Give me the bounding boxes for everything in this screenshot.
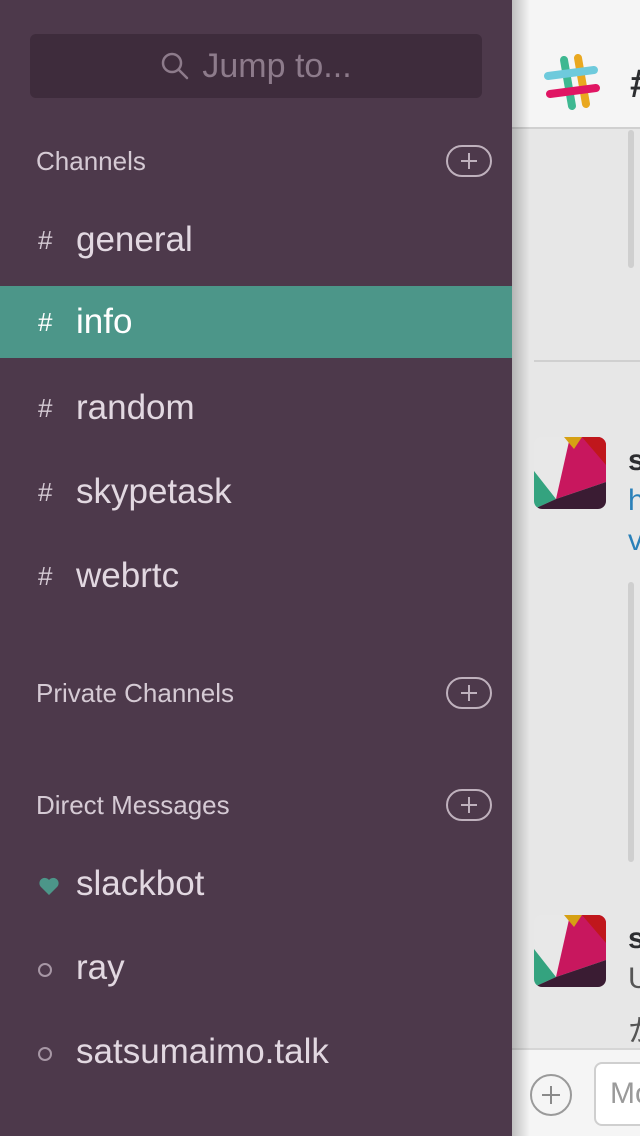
hash-icon: # [38, 306, 53, 337]
hash-icon: # [38, 392, 53, 423]
attach-button[interactable] [530, 1074, 572, 1116]
hash-icon: # [38, 560, 53, 591]
dm-name: ray [76, 948, 125, 987]
channel-header: # [512, 0, 640, 129]
slack-logo-icon [544, 54, 600, 110]
message-composer: Mo [512, 1048, 640, 1136]
direct-messages-section-header: Direct Messages [36, 785, 492, 825]
channel-item-general[interactable]: # general [0, 204, 512, 276]
hash-icon: # [38, 224, 53, 255]
main-panel[interactable]: # s h v s U か Mo [512, 0, 640, 1136]
message-author: s [628, 444, 640, 477]
message-divider [534, 360, 640, 362]
heart-icon [39, 877, 59, 895]
dm-name: satsumaimo.talk [76, 1032, 329, 1071]
channels-section-header: Channels [36, 141, 492, 181]
sidebar: Jump to... Channels # general # info # r… [0, 0, 512, 1136]
channel-item-random[interactable]: # random [0, 372, 512, 444]
channel-name: random [76, 388, 195, 427]
message-text: か [628, 1006, 640, 1050]
avatar[interactable] [534, 437, 606, 509]
plus-icon [461, 797, 477, 813]
hash-icon: # [38, 476, 53, 507]
channel-title: # [630, 62, 640, 107]
dm-item-satsumaimo-talk[interactable]: satsumaimo.talk [0, 1016, 512, 1088]
search-icon [162, 52, 189, 80]
channel-item-webrtc[interactable]: # webrtc [0, 540, 512, 612]
user-avatar-icon [534, 437, 606, 509]
channel-name: skypetask [76, 472, 232, 511]
channel-item-skypetask[interactable]: # skypetask [0, 456, 512, 528]
message-author: s [628, 922, 640, 955]
message-input-placeholder: Mo [610, 1077, 640, 1110]
channel-item-info[interactable]: # info [0, 286, 512, 358]
user-avatar-icon [534, 915, 606, 987]
plus-icon [461, 153, 477, 169]
add-private-channel-button[interactable] [446, 677, 492, 709]
message-text: U [628, 962, 640, 995]
message-input[interactable]: Mo [594, 1062, 640, 1126]
away-dot-icon [38, 963, 52, 977]
message-link[interactable]: v [628, 524, 640, 558]
search-placeholder: Jump to... [202, 46, 352, 85]
scrollbar[interactable] [628, 130, 634, 268]
add-channel-button[interactable] [446, 145, 492, 177]
plus-icon [461, 685, 477, 701]
attachment-scrollbar[interactable] [628, 582, 634, 862]
jump-to-search[interactable]: Jump to... [30, 34, 482, 98]
channel-name: webrtc [76, 556, 180, 595]
dm-item-ray[interactable]: ray [0, 932, 512, 1004]
channels-section-label: Channels [36, 145, 146, 176]
channel-name: info [76, 302, 133, 341]
avatar[interactable] [534, 915, 606, 987]
plus-icon [542, 1086, 560, 1104]
message-link[interactable]: h [628, 484, 640, 518]
channel-name: general [76, 220, 193, 259]
add-direct-message-button[interactable] [446, 789, 492, 821]
dm-name: slackbot [76, 864, 205, 903]
private-channels-section-label: Private Channels [36, 677, 234, 708]
direct-messages-section-label: Direct Messages [36, 789, 230, 820]
dm-item-slackbot[interactable]: slackbot [0, 848, 512, 920]
private-channels-section-header: Private Channels [36, 673, 492, 713]
away-dot-icon [38, 1047, 52, 1061]
